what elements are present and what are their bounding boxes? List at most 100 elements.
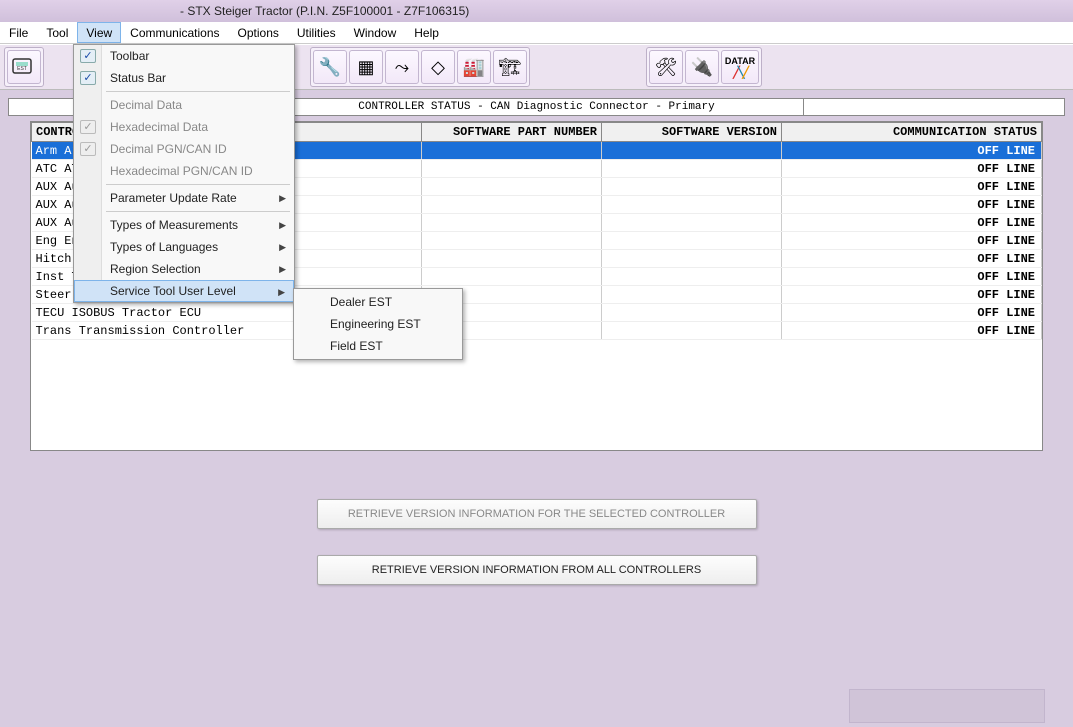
sensor1-icon[interactable]: 🏭 xyxy=(457,50,491,84)
col-part-number[interactable]: SOFTWARE PART NUMBER xyxy=(422,123,602,142)
cell-version xyxy=(602,214,782,232)
cell-version xyxy=(602,232,782,250)
cell-status: OFF LINE xyxy=(782,268,1042,286)
menu-tool[interactable]: Tool xyxy=(37,22,77,43)
menu-item-hexadecimal-pgn-can-id: Hexadecimal PGN/CAN ID xyxy=(74,160,294,182)
user-level-submenu: Dealer EST Engineering EST Field EST xyxy=(293,288,463,360)
menu-separator xyxy=(106,91,290,92)
cell-part-number xyxy=(422,250,602,268)
cell-status: OFF LINE xyxy=(782,214,1042,232)
tools-icon[interactable]: 🛠 xyxy=(649,50,683,84)
cell-version xyxy=(602,268,782,286)
cell-part-number xyxy=(422,214,602,232)
cell-status: OFF LINE xyxy=(782,286,1042,304)
check-icon: ✓ xyxy=(80,71,96,85)
cell-status: OFF LINE xyxy=(782,250,1042,268)
connector-icon[interactable]: 🔌 xyxy=(685,50,719,84)
cell-version xyxy=(602,286,782,304)
table-row[interactable]: TECU ISOBUS Tractor ECUOFF LINE xyxy=(32,304,1042,322)
retrieve-selected-button[interactable]: RETRIEVE VERSION INFORMATION FOR THE SEL… xyxy=(317,499,757,529)
cell-part-number xyxy=(422,142,602,160)
cell-status: OFF LINE xyxy=(782,232,1042,250)
submenu-item-field-est[interactable]: Field EST xyxy=(294,335,462,357)
menu-window[interactable]: Window xyxy=(345,22,406,43)
est-device-icon[interactable]: EST xyxy=(7,50,41,84)
cell-version xyxy=(602,160,782,178)
cell-version xyxy=(602,304,782,322)
cell-version xyxy=(602,178,782,196)
submenu-arrow-icon: ▶ xyxy=(279,242,286,253)
chart-lines-icon: ╱╲╱ xyxy=(733,66,747,79)
col-version[interactable]: SOFTWARE VERSION xyxy=(602,123,782,142)
view-dropdown: ✓Toolbar ✓ Status Bar Decimal Data ✓ Hexadeci… xyxy=(73,44,295,303)
menu-item-label: Decimal PGN/CAN ID xyxy=(110,142,227,156)
cell-status: OFF LINE xyxy=(782,196,1042,214)
menu-item-label: Status Bar xyxy=(110,71,166,85)
diagnostic-icon[interactable]: 🔧 xyxy=(313,50,347,84)
check-icon: ✓ xyxy=(80,120,96,134)
submenu-item-label: Engineering EST xyxy=(330,317,421,331)
menu-item-decimal-data: Decimal Data xyxy=(74,94,294,116)
menu-item-decimal-pgn-can-id: ✓Decimal PGN/CAN ID xyxy=(74,138,294,160)
retrieve-all-button[interactable]: RETRIEVE VERSION INFORMATION FROM ALL CO… xyxy=(317,555,757,585)
menu-item-toolbar[interactable]: ✓Toolbar xyxy=(74,45,294,67)
sensor2-icon[interactable]: 🏗 xyxy=(493,50,527,84)
cell-part-number xyxy=(422,232,602,250)
submenu-arrow-icon: ▶ xyxy=(279,220,286,231)
cell-version xyxy=(602,322,782,340)
cell-status: OFF LINE xyxy=(782,304,1042,322)
menu-item-label: Service Tool User Level xyxy=(110,284,236,298)
menu-item-label: Region Selection xyxy=(110,262,201,276)
program-icon[interactable]: ⤳ xyxy=(385,50,419,84)
datar-button[interactable]: DATAR ╱╲╱ xyxy=(721,50,759,84)
menu-file[interactable]: File xyxy=(0,22,37,43)
status-block xyxy=(849,689,1045,723)
menu-item-label: Hexadecimal PGN/CAN ID xyxy=(110,164,253,178)
menu-item-label: Parameter Update Rate xyxy=(110,191,237,205)
menu-separator xyxy=(106,211,290,212)
menu-help[interactable]: Help xyxy=(405,22,448,43)
menu-utilities[interactable]: Utilities xyxy=(288,22,345,43)
menu-item-label: Types of Measurements xyxy=(110,218,238,232)
col-comm-status[interactable]: COMMUNICATION STATUS xyxy=(782,123,1042,142)
menu-item-label: Toolbar xyxy=(110,49,149,63)
cell-status: OFF LINE xyxy=(782,322,1042,340)
submenu-item-dealer-est[interactable]: Dealer EST xyxy=(294,291,462,313)
window-title: - STX Steiger Tractor (P.I.N. Z5F100001 … xyxy=(180,4,469,18)
menu-item-types-of-languages[interactable]: Types of Languages ▶ xyxy=(74,236,294,258)
submenu-item-engineering-est[interactable]: Engineering EST xyxy=(294,313,462,335)
menu-options[interactable]: Options xyxy=(229,22,288,43)
cell-version xyxy=(602,142,782,160)
menu-communications[interactable]: Communications xyxy=(121,22,228,43)
submenu-item-label: Dealer EST xyxy=(330,295,392,309)
cell-part-number xyxy=(422,196,602,214)
menu-bar: File Tool View Communications Options Ut… xyxy=(0,22,1073,44)
cell-part-number xyxy=(422,268,602,286)
cell-version xyxy=(602,250,782,268)
cell-status: OFF LINE xyxy=(782,160,1042,178)
cell-status: OFF LINE xyxy=(782,142,1042,160)
cell-part-number xyxy=(422,160,602,178)
title-bar: - STX Steiger Tractor (P.I.N. Z5F100001 … xyxy=(0,0,1073,22)
controller-status-text: CONTROLLER STATUS - CAN Diagnostic Conne… xyxy=(358,101,714,113)
menu-separator xyxy=(106,184,290,185)
submenu-arrow-icon: ▶ xyxy=(278,287,285,298)
menu-item-label: Hexadecimal Data xyxy=(110,120,208,134)
grid-icon[interactable]: ▦ xyxy=(349,50,383,84)
cell-version xyxy=(602,196,782,214)
cell-status: OFF LINE xyxy=(782,178,1042,196)
submenu-arrow-icon: ▶ xyxy=(279,264,286,275)
menu-item-service-tool-user-level[interactable]: Service Tool User Level ▶ xyxy=(74,280,294,302)
submenu-item-label: Field EST xyxy=(330,339,383,353)
submenu-arrow-icon: ▶ xyxy=(279,193,286,204)
menu-item-hexadecimal-data: ✓ Hexadecimal Data xyxy=(74,116,294,138)
menu-item-label: Types of Languages xyxy=(110,240,218,254)
menu-item-parameter-update-rate[interactable]: Parameter Update Rate ▶ xyxy=(74,187,294,209)
diamond-icon[interactable]: ◇ xyxy=(421,50,455,84)
table-row[interactable]: Trans Transmission ControllerOFF LINE xyxy=(32,322,1042,340)
menu-view[interactable]: View xyxy=(77,22,121,43)
menu-item-status-bar[interactable]: ✓ Status Bar xyxy=(74,67,294,89)
menu-item-types-of-measurements[interactable]: Types of Measurements ▶ xyxy=(74,214,294,236)
menu-item-region-selection[interactable]: Region Selection ▶ xyxy=(74,258,294,280)
cell-part-number xyxy=(422,178,602,196)
